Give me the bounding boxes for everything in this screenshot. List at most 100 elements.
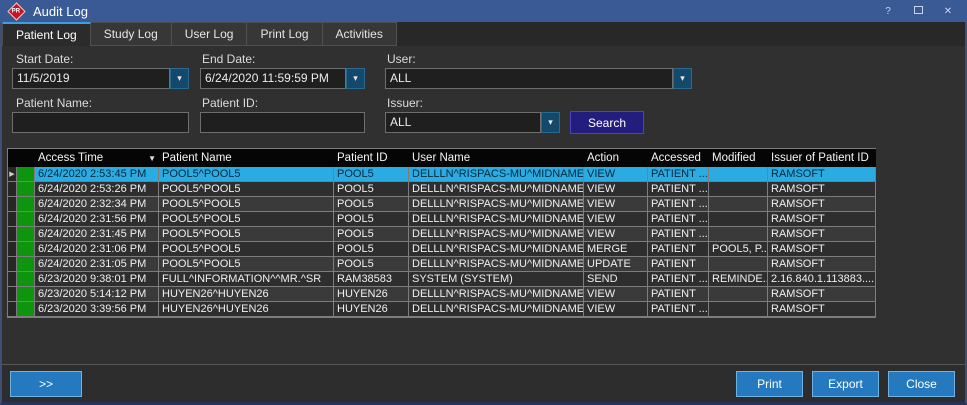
- cell-user-name[interactable]: SYSTEM (SYSTEM): [409, 272, 584, 287]
- cell-patient-id[interactable]: POOL5: [334, 257, 409, 272]
- cell-patient-id[interactable]: POOL5: [334, 197, 409, 212]
- issuer-combobox[interactable]: ALL ▾: [385, 112, 560, 133]
- cell-patient-name[interactable]: HUYEN26^HUYEN26: [159, 302, 334, 317]
- row-selector-cell[interactable]: [8, 212, 17, 227]
- cell-user-name[interactable]: DELLLN^RISPACS-MU^MIDNAME...: [409, 227, 584, 242]
- row-status-green-cell[interactable]: [17, 257, 35, 272]
- cell-accessed[interactable]: PATIENT: [648, 257, 709, 272]
- cell-user-name[interactable]: DELLLN^RISPACS-MU^MIDNAME...: [409, 287, 584, 302]
- cell-user-name[interactable]: DELLLN^RISPACS-MU^MIDNAME...: [409, 182, 584, 197]
- cell-accessed[interactable]: PATIENT: [648, 242, 709, 257]
- search-button[interactable]: Search: [570, 111, 644, 134]
- row-selector-cell[interactable]: [8, 257, 17, 272]
- cell-issuer-of-patient-id[interactable]: RAMSOFT: [768, 287, 876, 302]
- cell-patient-name[interactable]: POOL5^POOL5: [159, 212, 334, 227]
- row-status-green-cell[interactable]: [17, 227, 35, 242]
- cell-modified[interactable]: [709, 257, 768, 272]
- cell-patient-name[interactable]: POOL5^POOL5: [159, 257, 334, 272]
- cell-access-time[interactable]: 6/23/2020 5:14:12 PM: [35, 287, 159, 302]
- cell-user-name[interactable]: DELLLN^RISPACS-MU^MIDNAME...: [409, 167, 584, 182]
- cell-action[interactable]: VIEW: [584, 287, 648, 302]
- print-button[interactable]: Print: [736, 371, 803, 397]
- cell-patient-name[interactable]: FULL^INFORMATION^^MR.^SR: [159, 272, 334, 287]
- row-status-green-cell[interactable]: [17, 182, 35, 197]
- cell-user-name[interactable]: DELLLN^RISPACS-MU^MIDNAME...: [409, 242, 584, 257]
- cell-action[interactable]: MERGE: [584, 242, 648, 257]
- cell-issuer-of-patient-id[interactable]: RAMSOFT: [768, 212, 876, 227]
- cell-patient-id[interactable]: POOL5: [334, 167, 409, 182]
- cell-modified[interactable]: [709, 167, 768, 182]
- row-selector-cell[interactable]: ▶: [8, 167, 17, 182]
- column-header-patient_name[interactable]: Patient Name: [159, 149, 334, 167]
- cell-issuer-of-patient-id[interactable]: RAMSOFT: [768, 182, 876, 197]
- cell-issuer-of-patient-id[interactable]: RAMSOFT: [768, 227, 876, 242]
- cell-modified[interactable]: [709, 287, 768, 302]
- cell-modified[interactable]: [709, 227, 768, 242]
- cell-modified[interactable]: POOL5, P...: [709, 242, 768, 257]
- start-date-combobox[interactable]: 11/5/2019 ▾: [12, 68, 189, 89]
- help-icon[interactable]: ?: [881, 6, 895, 17]
- patient-name-input[interactable]: [12, 112, 189, 133]
- cell-user-name[interactable]: DELLLN^RISPACS-MU^MIDNAME...: [409, 302, 584, 317]
- row-status-green-cell[interactable]: [17, 302, 35, 317]
- cell-patient-name[interactable]: POOL5^POOL5: [159, 182, 334, 197]
- cell-action[interactable]: VIEW: [584, 227, 648, 242]
- cell-patient-name[interactable]: HUYEN26^HUYEN26: [159, 287, 334, 302]
- export-button[interactable]: Export: [812, 371, 879, 397]
- cell-patient-name[interactable]: POOL5^POOL5: [159, 167, 334, 182]
- cell-action[interactable]: VIEW: [584, 182, 648, 197]
- row-status-green-cell[interactable]: [17, 287, 35, 302]
- cell-accessed[interactable]: PATIENT ...: [648, 302, 709, 317]
- row-status-green-cell[interactable]: [17, 197, 35, 212]
- cell-patient-id[interactable]: POOL5: [334, 227, 409, 242]
- cell-patient-id[interactable]: HUYEN26: [334, 302, 409, 317]
- end-date-dropdown-button[interactable]: ▾: [346, 68, 365, 89]
- cell-accessed[interactable]: PATIENT ...: [648, 197, 709, 212]
- column-header-issuer_of_patient_id[interactable]: Issuer of Patient ID: [768, 149, 876, 167]
- cell-patient-id[interactable]: POOL5: [334, 182, 409, 197]
- close-button[interactable]: Close: [888, 371, 955, 397]
- cell-issuer-of-patient-id[interactable]: RAMSOFT: [768, 257, 876, 272]
- cell-user-name[interactable]: DELLLN^RISPACS-MU^MIDNAME...: [409, 197, 584, 212]
- row-selector-cell[interactable]: [8, 287, 17, 302]
- cell-modified[interactable]: [709, 182, 768, 197]
- cell-action[interactable]: SEND: [584, 272, 648, 287]
- cell-action[interactable]: VIEW: [584, 167, 648, 182]
- column-header-modified[interactable]: Modified: [709, 149, 768, 167]
- row-selector-cell[interactable]: [8, 182, 17, 197]
- cell-issuer-of-patient-id[interactable]: RAMSOFT: [768, 167, 876, 182]
- cell-access-time[interactable]: 6/23/2020 9:38:01 PM: [35, 272, 159, 287]
- cell-modified[interactable]: [709, 212, 768, 227]
- cell-patient-id[interactable]: HUYEN26: [334, 287, 409, 302]
- expand-button[interactable]: >>: [10, 371, 82, 397]
- user-combobox[interactable]: ALL ▾: [385, 68, 692, 89]
- cell-issuer-of-patient-id[interactable]: RAMSOFT: [768, 242, 876, 257]
- cell-modified[interactable]: REMINDE...: [709, 272, 768, 287]
- cell-access-time[interactable]: 6/24/2020 2:31:45 PM: [35, 227, 159, 242]
- cell-accessed[interactable]: PATIENT ...: [648, 167, 709, 182]
- tab-patient-log[interactable]: Patient Log: [2, 22, 91, 46]
- cell-patient-id[interactable]: RAM38583: [334, 272, 409, 287]
- row-selector-cell[interactable]: [8, 242, 17, 257]
- row-status-green-cell[interactable]: [17, 167, 35, 182]
- cell-action[interactable]: VIEW: [584, 302, 648, 317]
- cell-access-time[interactable]: 6/24/2020 2:31:56 PM: [35, 212, 159, 227]
- cell-accessed[interactable]: PATIENT ...: [648, 212, 709, 227]
- cell-accessed[interactable]: PATIENT ...: [648, 227, 709, 242]
- patient-id-input[interactable]: [200, 112, 365, 133]
- cell-patient-name[interactable]: POOL5^POOL5: [159, 242, 334, 257]
- row-status-green-cell[interactable]: [17, 212, 35, 227]
- cell-access-time[interactable]: 6/24/2020 2:32:34 PM: [35, 197, 159, 212]
- cell-accessed[interactable]: PATIENT ...: [648, 182, 709, 197]
- maximize-icon[interactable]: [911, 6, 925, 17]
- cell-modified[interactable]: [709, 197, 768, 212]
- row-selector-cell[interactable]: [8, 302, 17, 317]
- cell-access-time[interactable]: 6/24/2020 2:31:06 PM: [35, 242, 159, 257]
- cell-access-time[interactable]: 6/24/2020 2:53:45 PM: [35, 167, 159, 182]
- cell-access-time[interactable]: 6/24/2020 2:53:26 PM: [35, 182, 159, 197]
- cell-issuer-of-patient-id[interactable]: RAMSOFT: [768, 302, 876, 317]
- column-header-accessed[interactable]: Accessed: [648, 149, 709, 167]
- cell-action[interactable]: VIEW: [584, 212, 648, 227]
- end-date-combobox[interactable]: 6/24/2020 11:59:59 PM ▾: [200, 68, 365, 89]
- close-icon[interactable]: ✕: [941, 6, 955, 17]
